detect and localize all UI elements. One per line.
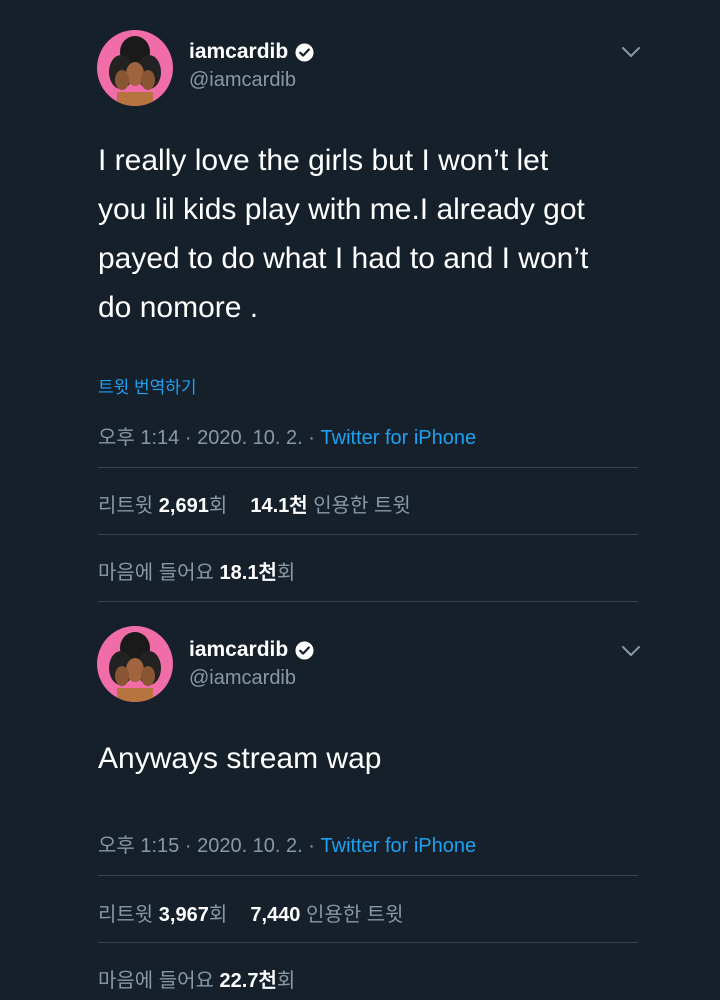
divider — [98, 467, 638, 468]
retweets-suffix: 회 — [208, 904, 228, 926]
likes-stat[interactable]: 마음에 들어요 22.7천회 — [98, 964, 295, 993]
author-name[interactable]: iamcardib — [189, 638, 314, 662]
verified-badge-icon — [295, 640, 314, 660]
quotes-label: 인용한 트윗 — [313, 495, 411, 517]
retweets-count: 3,967 — [158, 904, 209, 926]
tweet-meta: 오후 1:14 · 2020. 10. 2. · Twitter for iPh… — [98, 421, 476, 450]
verified-badge-icon — [295, 42, 314, 62]
translate-tweet-link[interactable]: 트윗 번역하기 — [98, 373, 197, 398]
retweets-label: 리트윗 — [98, 904, 154, 926]
tweet-meta: 오후 1:15 · 2020. 10. 2. · Twitter for iPh… — [98, 829, 476, 858]
engagement-stats: 리트윗 3,967회 7,440 인용한 트윗 — [98, 898, 404, 927]
retweets-label: 리트윗 — [98, 495, 154, 517]
tweet-text-line: Anyways stream wap — [98, 742, 382, 775]
divider — [98, 601, 638, 602]
tweet-source-link[interactable]: Twitter for iPhone — [321, 835, 477, 857]
quotes-stat[interactable]: 7,440 인용한 트윗 — [250, 904, 403, 926]
divider — [98, 942, 638, 943]
avatar[interactable] — [97, 626, 173, 702]
tweet-text-line: payed to do what I had to and I won’t — [98, 242, 589, 275]
likes-suffix: 회 — [276, 970, 296, 992]
tweet-time: 오후 1:15 — [98, 835, 180, 857]
tweet-time: 오후 1:14 — [98, 427, 180, 449]
author-handle[interactable]: @iamcardib — [189, 69, 296, 92]
tweet-text: I really love the girls but I won’t let … — [98, 136, 658, 332]
retweets-count: 2,691 — [158, 495, 209, 517]
tweet-text: Anyways stream wap — [98, 734, 658, 783]
retweets-stat[interactable]: 리트윗 3,967회 — [98, 904, 233, 926]
likes-count: 22.7천 — [219, 970, 277, 992]
author-name-text: iamcardib — [189, 638, 289, 661]
retweets-stat[interactable]: 리트윗 2,691회 — [98, 495, 233, 517]
likes-label: 마음에 들어요 — [98, 562, 214, 584]
divider — [98, 875, 638, 876]
chevron-down-icon[interactable] — [620, 45, 642, 59]
tweet-date: 2020. 10. 2. — [197, 835, 303, 857]
likes-count: 18.1천 — [219, 562, 277, 584]
avatar[interactable] — [97, 30, 173, 106]
author-name-text: iamcardib — [189, 40, 289, 63]
quotes-stat[interactable]: 14.1천 인용한 트윗 — [250, 495, 410, 517]
divider — [98, 534, 638, 535]
author-name[interactable]: iamcardib — [189, 40, 314, 64]
meta-separator: · — [302, 427, 321, 449]
quotes-count: 14.1천 — [250, 495, 308, 517]
tweet-source-link[interactable]: Twitter for iPhone — [321, 427, 477, 449]
tweet-2: iamcardib @iamcardib Anyways stream wap … — [0, 605, 720, 1000]
engagement-stats: 리트윗 2,691회 14.1천 인용한 트윗 — [98, 489, 411, 518]
likes-suffix: 회 — [276, 562, 296, 584]
likes-label: 마음에 들어요 — [98, 970, 214, 992]
tweet-text-line: I really love the girls but I won’t let — [98, 144, 549, 177]
tweet-1: iamcardib @iamcardib I really love the g… — [0, 0, 720, 605]
quotes-count: 7,440 — [250, 904, 301, 926]
tweet-text-line: do nomore . — [98, 291, 259, 324]
quotes-label: 인용한 트윗 — [305, 904, 404, 926]
likes-stat[interactable]: 마음에 들어요 18.1천회 — [98, 556, 295, 585]
tweet-date: 2020. 10. 2. — [197, 427, 303, 449]
meta-separator: · — [179, 427, 198, 449]
retweets-suffix: 회 — [208, 495, 228, 517]
chevron-down-icon[interactable] — [620, 644, 642, 658]
tweet-text-line: you lil kids play with me.I already got — [98, 193, 585, 226]
author-handle[interactable]: @iamcardib — [189, 667, 296, 690]
meta-separator: · — [302, 835, 321, 857]
meta-separator: · — [179, 835, 198, 857]
